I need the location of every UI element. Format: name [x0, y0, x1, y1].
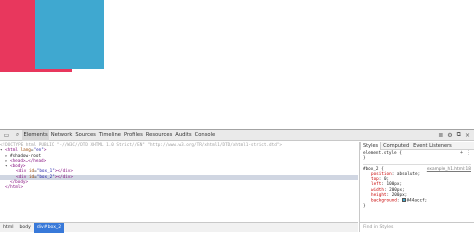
tab-audits[interactable]: Audits: [174, 130, 193, 141]
find-in-styles-input[interactable]: Find in Styles: [360, 222, 474, 232]
tab-styles[interactable]: Styles: [360, 141, 382, 150]
div-close-tag: ></div>: [54, 174, 73, 180]
tab-event-listeners[interactable]: Event Listeners: [411, 142, 454, 150]
html-open-tag: <html: [5, 148, 18, 154]
property-value: #44accf;: [406, 198, 428, 204]
div-open-tag: <div: [16, 169, 27, 175]
tab-console[interactable]: Console: [193, 130, 217, 141]
html-attr-value: "en": [33, 148, 44, 154]
property-name: height: [371, 193, 387, 199]
inspect-icon[interactable]: ⌕: [13, 131, 22, 140]
devtools-toolbar: ▭ ⌕ Elements Network Sources Timeline Pr…: [0, 129, 474, 141]
rule-close: }: [363, 203, 366, 209]
tab-network[interactable]: Network: [49, 130, 74, 141]
add-rule-icon[interactable]: +: [460, 150, 463, 156]
html-close-node[interactable]: </html>: [0, 185, 358, 190]
toggle-state-icon[interactable]: ⋮: [466, 150, 471, 156]
undock-icon[interactable]: ⧉: [457, 131, 461, 139]
tab-profiles[interactable]: Profiles: [122, 130, 144, 141]
tab-resources[interactable]: Resources: [144, 130, 174, 141]
html-close-tag: </html>: [5, 185, 24, 191]
shadow-root-text: #shadow-root: [10, 153, 42, 159]
dock-icon[interactable]: ▭: [2, 131, 11, 140]
settings-gear-icon[interactable]: ⚙: [447, 132, 452, 139]
property-value: 200px;: [391, 193, 408, 199]
html-attr-name: lang: [20, 148, 31, 154]
tab-computed[interactable]: Computed: [381, 142, 411, 150]
div-attr-value: "box_2": [36, 174, 55, 180]
elements-tree: <!DOCTYPE html PUBLIC "-//W3C//DTD XHTML…: [0, 142, 358, 221]
tab-elements[interactable]: Elements: [22, 129, 50, 141]
console-drawer-icon[interactable]: ≣: [438, 132, 443, 139]
div-close-tag: ></div>: [54, 169, 73, 175]
box-2[interactable]: [35, 0, 104, 69]
rendered-page: [0, 0, 474, 129]
breadcrumb: html body div#box_2: [0, 222, 358, 233]
style-actions: + ⋮: [460, 150, 471, 156]
color-swatch-icon[interactable]: [402, 198, 406, 202]
toolbar-right-controls: ≣ ⚙ ⧉ ×: [438, 131, 474, 139]
rule-divider: [363, 163, 471, 165]
devtools-panel: ▭ ⌕ Elements Network Sources Timeline Pr…: [0, 129, 474, 233]
element-style-selector: element.style {: [363, 151, 402, 156]
property-value: absolute;: [396, 171, 421, 177]
div-attr-name: id: [28, 169, 35, 175]
source-link[interactable]: example_h1.html:18: [427, 167, 471, 172]
breadcrumb-body[interactable]: body: [16, 223, 33, 233]
div-attr-name: id: [28, 174, 35, 180]
property-value: 100px;: [386, 182, 403, 188]
breadcrumb-html[interactable]: html: [0, 223, 16, 233]
sidebar-tabs: Styles Computed Event Listeners: [360, 141, 474, 150]
property-name: left: [371, 182, 382, 188]
close-icon[interactable]: ×: [465, 132, 470, 139]
styles-body: element.style { + ⋮ } #box_2 { example_h…: [360, 150, 474, 210]
tab-sources[interactable]: Sources: [74, 130, 98, 141]
styles-sidebar: Styles Computed Event Listeners element.…: [359, 141, 474, 232]
breadcrumb-div-box-2[interactable]: div#box_2: [33, 222, 65, 233]
tab-timeline[interactable]: Timeline: [97, 130, 122, 141]
element-style-close: }: [363, 156, 366, 162]
div-attr-value: "box_1": [36, 169, 55, 175]
property-name: background: [371, 198, 397, 204]
